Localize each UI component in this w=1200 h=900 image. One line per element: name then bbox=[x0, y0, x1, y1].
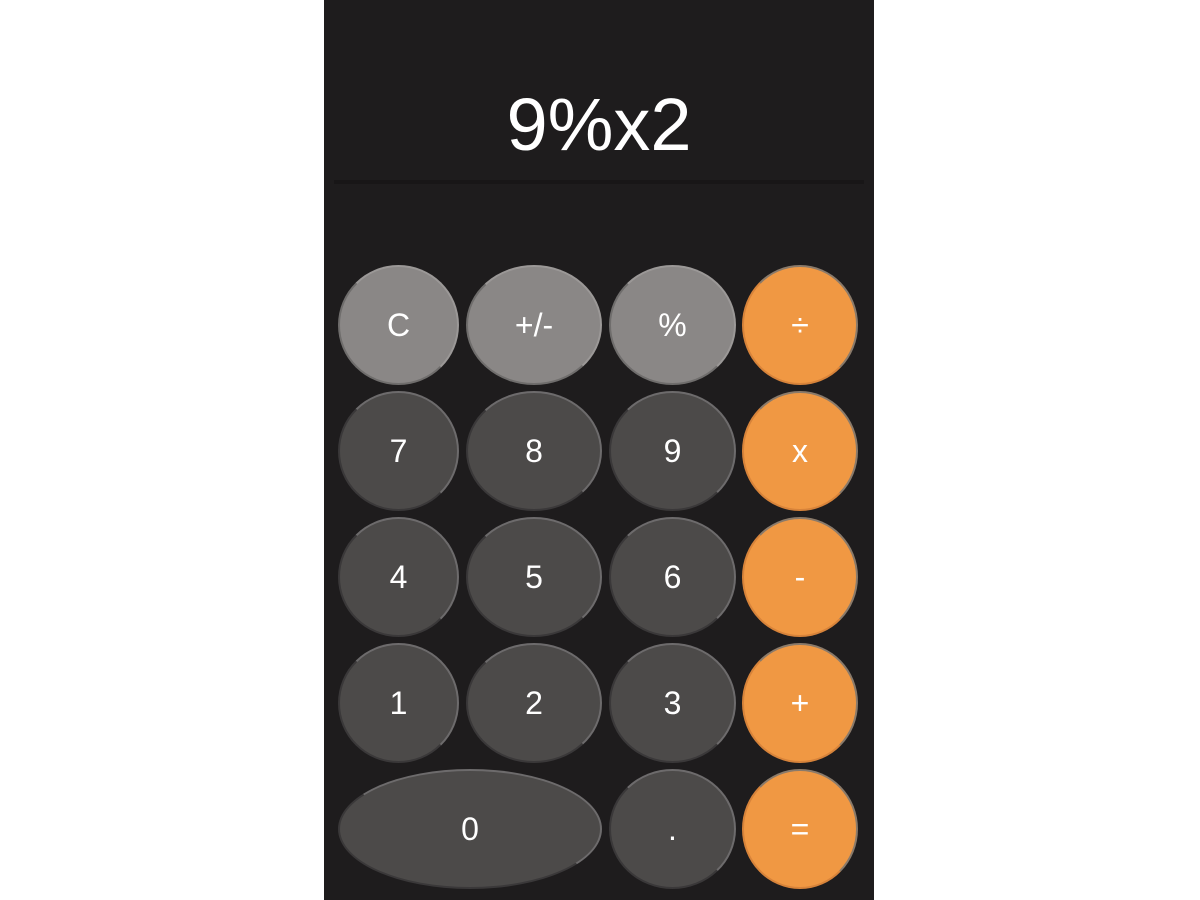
digit-1-label: 1 bbox=[389, 684, 408, 721]
digit-8-button[interactable]: 8 bbox=[466, 391, 602, 511]
digit-0-label: 0 bbox=[461, 810, 479, 847]
add-button[interactable]: + bbox=[742, 643, 858, 763]
digit-4-label: 4 bbox=[389, 558, 408, 595]
calculator: 9% x 2 C +/- % ÷ 7 8 9 x 4 5 6 - 1 2 3 + 0… bbox=[324, 0, 874, 900]
multiply-button-label: x bbox=[792, 432, 808, 469]
divide-button-label: ÷ bbox=[791, 306, 809, 343]
digit-5-button[interactable]: 5 bbox=[466, 517, 602, 637]
equals-button[interactable]: = bbox=[742, 769, 858, 889]
digit-1-button[interactable]: 1 bbox=[338, 643, 459, 763]
sign-toggle-button[interactable]: +/- bbox=[466, 265, 602, 385]
multiply-button[interactable]: x bbox=[742, 391, 858, 511]
digit-2-button[interactable]: 2 bbox=[466, 643, 602, 763]
digit-8-label: 8 bbox=[525, 432, 543, 469]
percent-button-label: % bbox=[658, 306, 687, 343]
clear-button[interactable]: C bbox=[338, 265, 459, 385]
subtract-button[interactable]: - bbox=[742, 517, 858, 637]
digit-7-label: 7 bbox=[389, 432, 408, 469]
digit-3-button[interactable]: 3 bbox=[609, 643, 736, 763]
digit-5-label: 5 bbox=[525, 558, 543, 595]
keypad: C +/- % ÷ 7 8 9 x 4 5 6 - 1 2 3 + 0 . = bbox=[324, 0, 874, 900]
add-button-label: + bbox=[790, 684, 810, 721]
percent-button[interactable]: % bbox=[609, 265, 736, 385]
divide-button[interactable]: ÷ bbox=[742, 265, 858, 385]
digit-6-label: 6 bbox=[663, 558, 682, 595]
digit-2-label: 2 bbox=[525, 684, 543, 721]
equals-button-label: = bbox=[790, 810, 810, 847]
digit-6-button[interactable]: 6 bbox=[609, 517, 736, 637]
clear-button-label: C bbox=[386, 306, 411, 343]
decimal-button[interactable]: . bbox=[609, 769, 736, 889]
digit-3-label: 3 bbox=[663, 684, 682, 721]
digit-9-label: 9 bbox=[663, 432, 682, 469]
sign-toggle-button-label: +/- bbox=[514, 306, 554, 343]
digit-7-button[interactable]: 7 bbox=[338, 391, 459, 511]
subtract-button-label: - bbox=[794, 558, 806, 595]
digit-9-button[interactable]: 9 bbox=[609, 391, 736, 511]
digit-4-button[interactable]: 4 bbox=[338, 517, 459, 637]
digit-0-button[interactable]: 0 bbox=[338, 769, 602, 889]
decimal-button-label: . bbox=[668, 810, 677, 847]
